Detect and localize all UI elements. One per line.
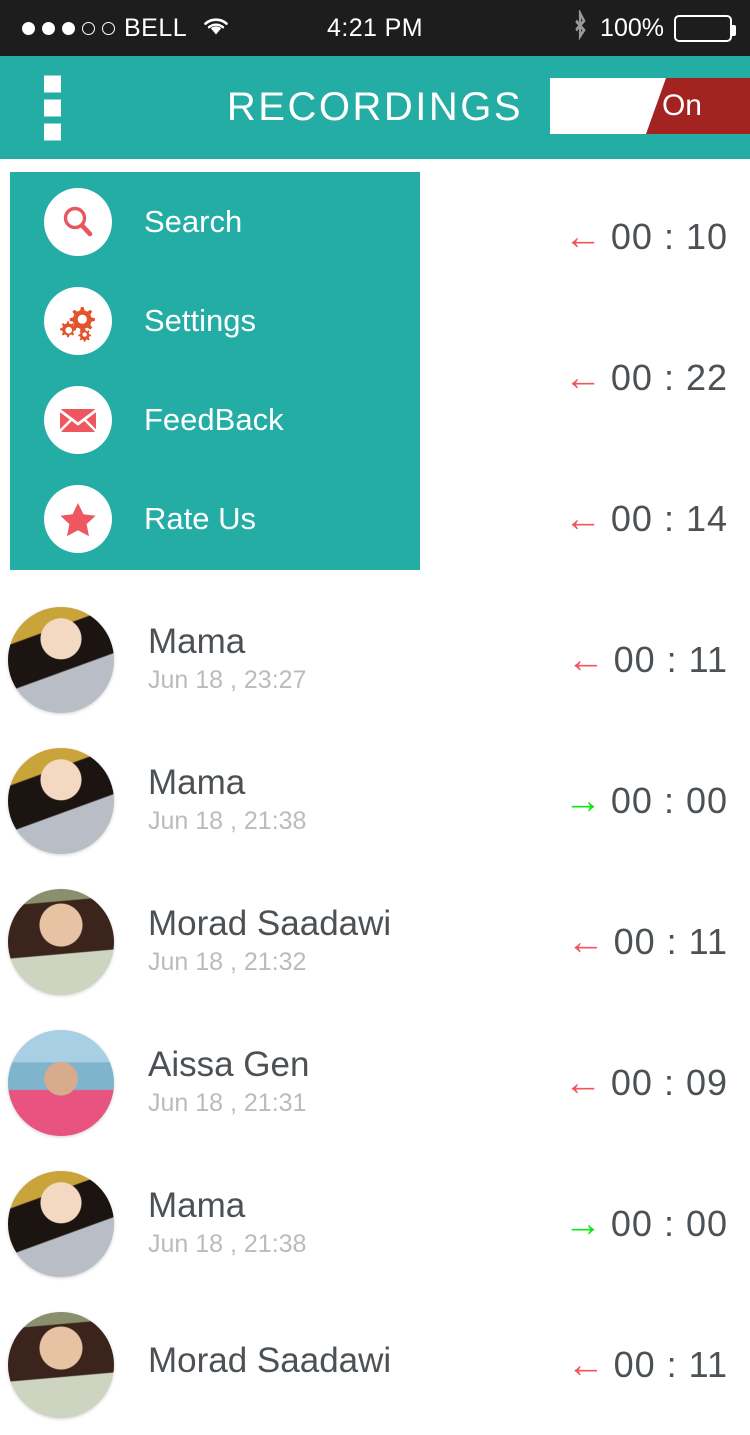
menu-item-label: Search bbox=[144, 203, 243, 239]
duration-text: 00 : 14 bbox=[610, 497, 728, 539]
recording-toggle[interactable]: On bbox=[550, 78, 750, 134]
table-row[interactable]: Mama Jun 18 , 21:38 → 00 : 00 bbox=[0, 730, 750, 871]
avatar bbox=[8, 1170, 114, 1277]
avatar bbox=[8, 747, 114, 854]
table-row[interactable]: Aissa Gen Jun 18 , 21:31 ← 00 : 09 bbox=[0, 1012, 750, 1153]
recording-duration: ← 00 : 11 bbox=[567, 1344, 728, 1386]
duration-text: 00 : 22 bbox=[610, 356, 728, 398]
search-icon bbox=[44, 187, 112, 256]
recording-date: Jun 18 , 21:32 bbox=[148, 948, 307, 977]
recording-duration: ← 00 : 11 bbox=[567, 921, 728, 963]
duration-text: 00 : 00 bbox=[610, 1202, 728, 1244]
envelope-icon bbox=[44, 385, 112, 454]
duration-text: 00 : 11 bbox=[613, 920, 728, 962]
avatar bbox=[8, 1311, 114, 1418]
recording-duration: → 00 : 00 bbox=[564, 780, 728, 822]
contact-name: Morad Saadawi bbox=[148, 903, 392, 943]
incoming-arrow-icon: ← bbox=[563, 1061, 602, 1104]
contact-name: Morad Saadawi bbox=[148, 1341, 392, 1381]
incoming-arrow-icon: ← bbox=[563, 356, 602, 399]
recording-date: Jun 18 , 21:38 bbox=[148, 1230, 307, 1259]
contact-name: Mama bbox=[148, 762, 246, 802]
star-icon bbox=[44, 484, 112, 553]
avatar bbox=[8, 888, 114, 995]
app-header: RECORDINGS On bbox=[0, 56, 750, 159]
recording-info: Mama Jun 18 , 23:27 bbox=[148, 621, 307, 696]
duration-text: 00 : 10 bbox=[610, 215, 728, 257]
toggle-state-label: On bbox=[661, 89, 702, 122]
recording-duration: → 00 : 00 bbox=[564, 1203, 728, 1245]
incoming-arrow-icon: ← bbox=[566, 638, 605, 681]
recording-info: Mama Jun 18 , 21:38 bbox=[148, 762, 307, 837]
duration-text: 00 : 09 bbox=[610, 1061, 728, 1103]
recording-duration: ← 00 : 10 bbox=[564, 216, 728, 258]
menu-item-rate-us[interactable]: Rate Us bbox=[10, 469, 420, 568]
recording-info: Morad Saadawi bbox=[148, 1341, 392, 1386]
avatar bbox=[8, 1029, 114, 1136]
recording-info: Mama Jun 18 , 21:38 bbox=[148, 1185, 307, 1260]
menu-item-feedback[interactable]: FeedBack bbox=[10, 370, 420, 469]
contact-name: Mama bbox=[148, 1185, 246, 1225]
table-row[interactable]: Morad Saadawi Jun 18 , 21:32 ← 00 : 11 bbox=[0, 871, 750, 1012]
table-row[interactable]: Morad Saadawi ← 00 : 11 bbox=[0, 1294, 750, 1435]
contact-name: Aissa Gen bbox=[148, 1044, 310, 1084]
status-bar-clock: 4:21 PM bbox=[327, 13, 423, 42]
gear-icon bbox=[44, 286, 112, 355]
recording-duration: ← 00 : 09 bbox=[564, 1062, 728, 1104]
menu-item-settings[interactable]: Settings bbox=[10, 271, 420, 370]
menu-item-label: Settings bbox=[144, 302, 257, 338]
incoming-arrow-icon: ← bbox=[563, 497, 602, 540]
contact-name: Mama bbox=[148, 621, 246, 661]
table-row[interactable]: Mama Jun 18 , 23:27 ← 00 : 11 bbox=[0, 589, 750, 730]
incoming-arrow-icon: ← bbox=[566, 1343, 605, 1386]
incoming-arrow-icon: ← bbox=[563, 215, 602, 258]
recording-date: Jun 18 , 21:38 bbox=[148, 807, 307, 836]
duration-text: 00 : 00 bbox=[610, 779, 728, 821]
battery-full-icon bbox=[674, 14, 736, 42]
menu-item-search[interactable]: Search bbox=[10, 172, 420, 271]
status-bar: BELL 4:21 PM 100% bbox=[0, 0, 750, 56]
outgoing-arrow-icon: → bbox=[563, 779, 602, 822]
recording-info: Morad Saadawi Jun 18 , 21:32 bbox=[148, 903, 392, 978]
avatar bbox=[8, 606, 114, 713]
recording-duration: ← 00 : 22 bbox=[564, 357, 728, 399]
recording-info: Aissa Gen Jun 18 , 21:31 bbox=[148, 1044, 310, 1119]
duration-text: 00 : 11 bbox=[613, 638, 728, 680]
recording-date: Jun 18 , 21:31 bbox=[148, 1089, 307, 1118]
incoming-arrow-icon: ← bbox=[566, 920, 605, 963]
menu-item-label: Rate Us bbox=[144, 500, 256, 536]
table-row[interactable]: Mama Jun 18 , 21:38 → 00 : 00 bbox=[0, 1153, 750, 1294]
recording-duration: ← 00 : 11 bbox=[567, 639, 728, 681]
overflow-menu-panel[interactable]: Search Settings FeedBack Rate Us bbox=[10, 172, 420, 570]
menu-item-label: FeedBack bbox=[144, 401, 284, 437]
duration-text: 00 : 11 bbox=[613, 1343, 728, 1385]
recording-date: Jun 18 , 23:27 bbox=[148, 666, 307, 695]
recording-duration: ← 00 : 14 bbox=[564, 498, 728, 540]
outgoing-arrow-icon: → bbox=[563, 1202, 602, 1245]
